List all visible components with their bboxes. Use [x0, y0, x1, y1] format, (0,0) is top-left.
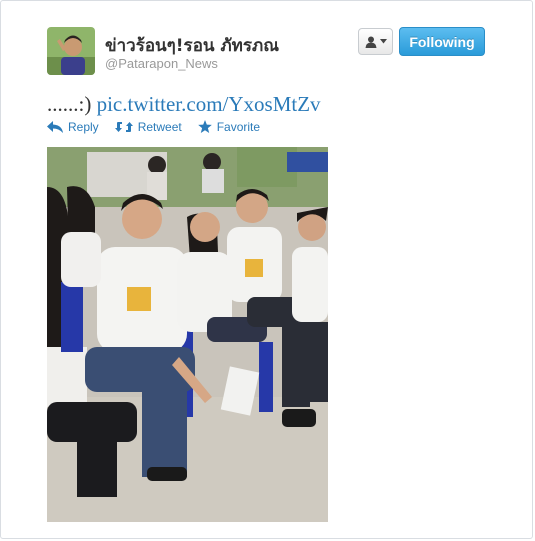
retweet-icon: [114, 122, 133, 132]
user-handle[interactable]: @Patarapon_News: [105, 56, 218, 71]
tweet-photo[interactable]: [47, 147, 328, 522]
reply-icon: [47, 121, 63, 133]
favorite-label: Favorite: [216, 120, 261, 134]
reply-action[interactable]: Reply: [47, 120, 99, 134]
tweet-card: ข่าวร้อนๆ!รอน ภัทรภณ @Patarapon_News Fol…: [0, 0, 533, 539]
tweet-text-prefix: ......:): [47, 92, 97, 116]
person-icon: [365, 36, 376, 48]
star-icon: [197, 120, 212, 133]
tweet-actions: Reply Retweet Favorite: [47, 120, 260, 134]
display-name[interactable]: ข่าวร้อนๆ!รอน ภัทรภณ: [105, 32, 279, 59]
retweet-action[interactable]: Retweet: [114, 120, 182, 134]
reply-label: Reply: [68, 120, 99, 134]
tweet-text: ......:) pic.twitter.com/YxosMtZv: [47, 92, 321, 117]
caret-down-icon: [379, 39, 387, 44]
following-button[interactable]: Following: [399, 27, 485, 56]
avatar[interactable]: [47, 27, 95, 75]
tweet-photo-link[interactable]: pic.twitter.com/YxosMtZv: [97, 92, 321, 116]
user-actions-button[interactable]: [358, 28, 393, 55]
retweet-label: Retweet: [137, 120, 182, 134]
favorite-action[interactable]: Favorite: [197, 120, 261, 134]
